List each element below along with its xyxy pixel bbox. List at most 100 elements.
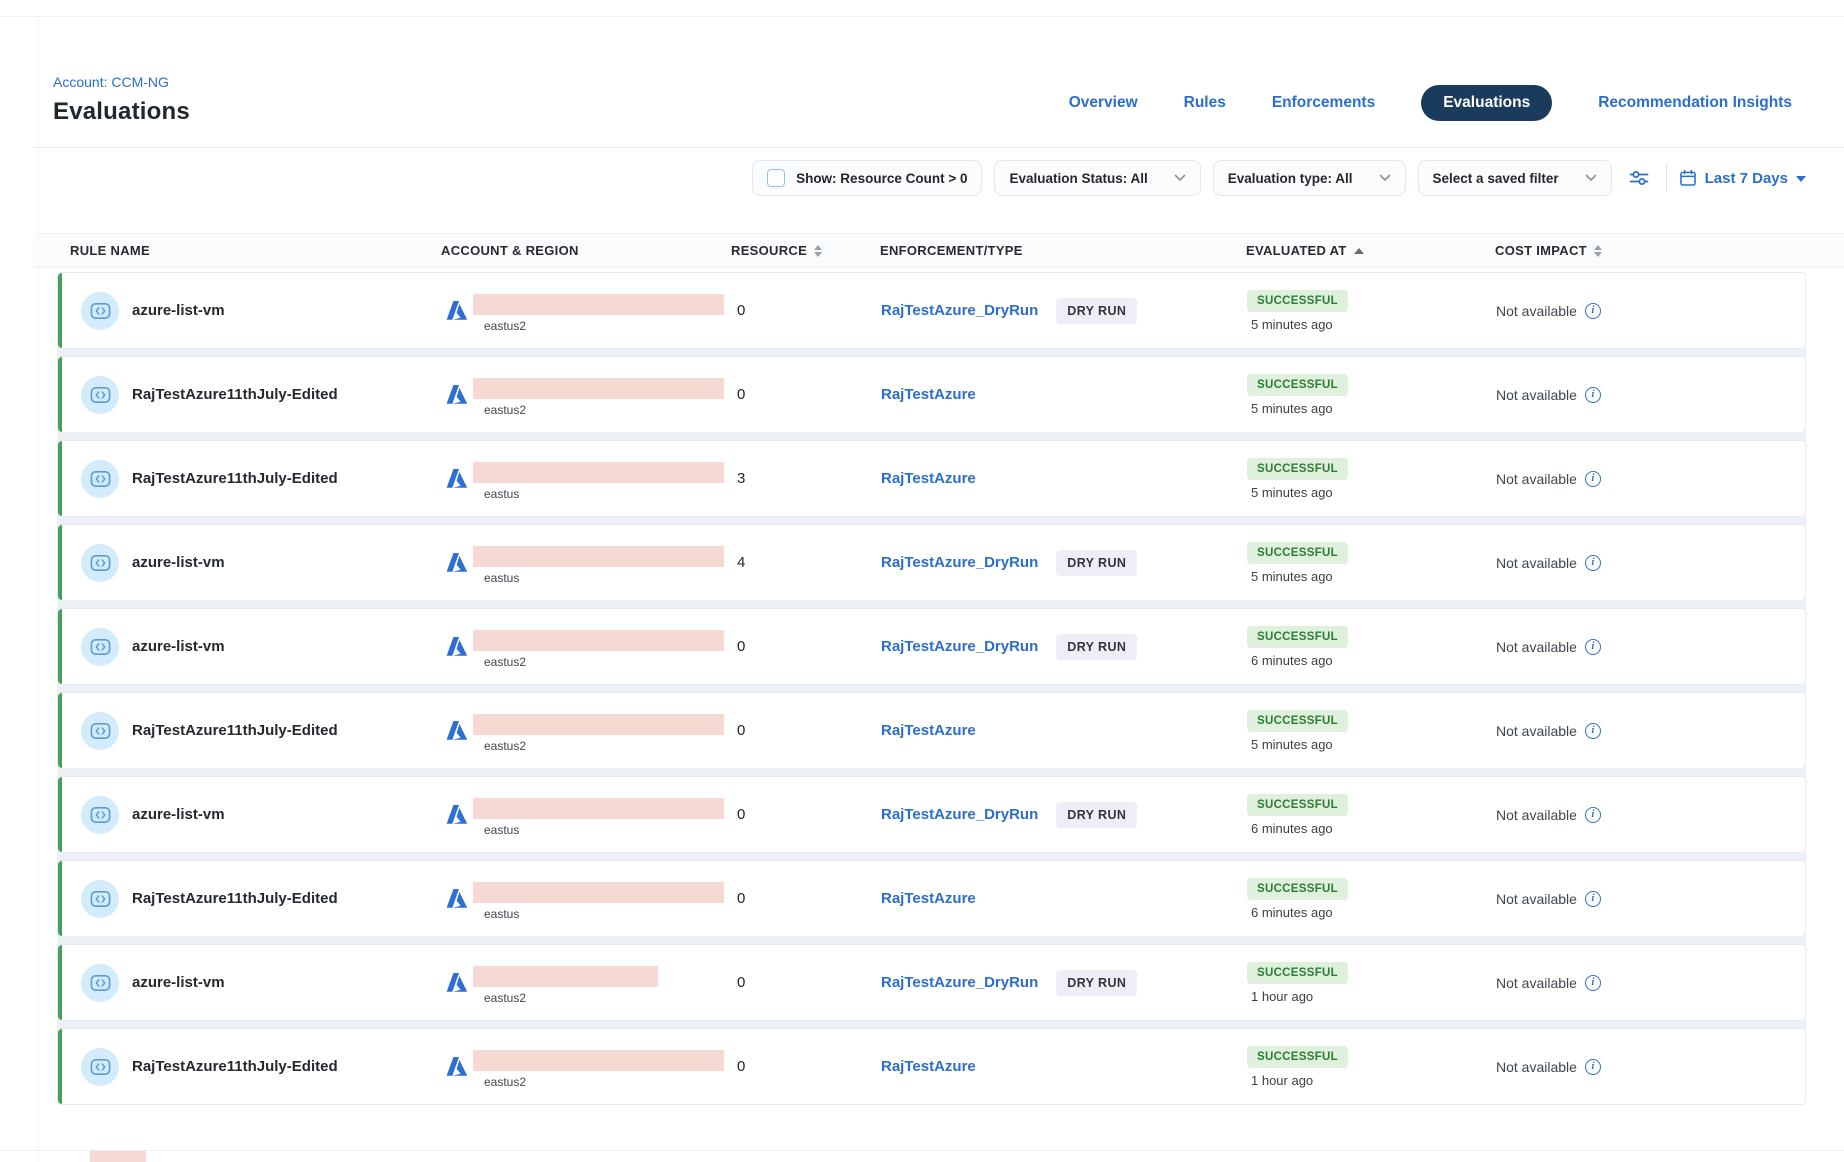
rule-name: azure-list-vm	[132, 974, 225, 991]
resource-count-checkbox[interactable]	[767, 169, 785, 187]
info-icon[interactable]: i	[1585, 891, 1601, 907]
resource-count: 0	[732, 974, 881, 991]
enforcement-link[interactable]: RajTestAzure_DryRun	[881, 302, 1038, 319]
enforcement-link[interactable]: RajTestAzure	[881, 890, 976, 907]
nav-tab-recommendation-insights[interactable]: Recommendation Insights	[1598, 94, 1792, 112]
filter-settings-button[interactable]	[1624, 163, 1654, 193]
azure-icon	[443, 297, 470, 324]
enforcement-link[interactable]: RajTestAzure	[881, 722, 976, 739]
table-row[interactable]: RajTestAzure11thJuly-Edited eastus 3 Raj…	[57, 440, 1806, 517]
status-badge: SUCCESSFUL	[1247, 626, 1348, 648]
info-icon[interactable]: i	[1585, 723, 1601, 739]
enforcement-link[interactable]: RajTestAzure_DryRun	[881, 554, 1038, 571]
saved-filter-dropdown[interactable]: Select a saved filter	[1418, 160, 1612, 196]
caret-down-icon	[1796, 176, 1806, 182]
sort-ascending-icon[interactable]	[1354, 248, 1364, 254]
date-range-label: Last 7 Days	[1705, 170, 1788, 187]
table-row[interactable]: azure-list-vm eastus2 0 RajTestAzure_Dry…	[57, 944, 1806, 1021]
sort-icon[interactable]	[1594, 245, 1602, 257]
resource-count-label: Show: Resource Count > 0	[796, 171, 967, 186]
table-row[interactable]: azure-list-vm eastus 0 RajTestAzure_DryR…	[57, 776, 1806, 853]
table-header: RULE NAME ACCOUNT & REGION RESOURCE ENFO…	[33, 233, 1844, 268]
cost-impact-cell: Not available i	[1496, 303, 1805, 319]
info-icon[interactable]: i	[1585, 555, 1601, 571]
rule-cell: RajTestAzure11thJuly-Edited	[71, 460, 442, 498]
nav-tab-enforcements[interactable]: Enforcements	[1272, 94, 1375, 112]
enforcement-cell: RajTestAzure_DryRun DRY RUN	[881, 802, 1247, 828]
evaluated-time: 5 minutes ago	[1247, 569, 1333, 584]
azure-icon	[443, 969, 470, 996]
evaluated-time: 6 minutes ago	[1247, 821, 1333, 836]
nav-tab-overview[interactable]: Overview	[1069, 94, 1138, 112]
rule-icon	[81, 712, 119, 750]
cost-impact-value: Not available	[1496, 471, 1577, 487]
cost-impact-value: Not available	[1496, 555, 1577, 571]
table-row[interactable]: RajTestAzure11thJuly-Edited eastus2 0 Ra…	[57, 692, 1806, 769]
table-row[interactable]: RajTestAzure11thJuly-Edited eastus 0 Raj…	[57, 860, 1806, 937]
info-icon[interactable]: i	[1585, 1059, 1601, 1075]
rule-name: RajTestAzure11thJuly-Edited	[132, 1058, 338, 1075]
enforcement-cell: RajTestAzure_DryRun DRY RUN	[881, 550, 1247, 576]
bottom-left-redacted	[90, 1151, 146, 1162]
rule-icon	[81, 460, 119, 498]
enforcement-link[interactable]: RajTestAzure	[881, 1058, 976, 1075]
table-row[interactable]: RajTestAzure11thJuly-Edited eastus2 0 Ra…	[57, 356, 1806, 433]
col-header-resource[interactable]: RESOURCE	[731, 243, 880, 258]
enforcement-link[interactable]: RajTestAzure	[881, 386, 976, 403]
info-icon[interactable]: i	[1585, 303, 1601, 319]
sliders-icon	[1628, 167, 1650, 189]
resource-count: 0	[732, 722, 881, 739]
account-region-cell: eastus	[442, 441, 732, 516]
evaluation-type-value: Evaluation type: All	[1228, 171, 1353, 186]
info-icon[interactable]: i	[1585, 471, 1601, 487]
dry-run-badge: DRY RUN	[1056, 802, 1137, 828]
rule-name: azure-list-vm	[132, 554, 225, 571]
enforcement-cell: RajTestAzure	[881, 890, 1247, 907]
account-name-redacted	[473, 546, 724, 567]
cost-impact-cell: Not available i	[1496, 723, 1805, 739]
resource-count-filter[interactable]: Show: Resource Count > 0	[752, 160, 982, 196]
date-range-picker[interactable]: Last 7 Days	[1679, 169, 1806, 187]
status-badge: SUCCESSFUL	[1247, 794, 1348, 816]
enforcement-cell: RajTestAzure	[881, 722, 1247, 739]
row-status-accent-bar	[58, 1029, 62, 1104]
cost-impact-value: Not available	[1496, 387, 1577, 403]
info-icon[interactable]: i	[1585, 639, 1601, 655]
rule-cell: azure-list-vm	[71, 544, 442, 582]
col-header-cost-impact[interactable]: COST IMPACT	[1495, 243, 1844, 258]
window-bottom-edge	[0, 1150, 1844, 1151]
account-breadcrumb[interactable]: Account: CCM-NG	[53, 74, 169, 90]
rule-icon	[81, 964, 119, 1002]
rule-cell: RajTestAzure11thJuly-Edited	[71, 1048, 442, 1086]
rule-name: RajTestAzure11thJuly-Edited	[132, 470, 338, 487]
enforcement-link[interactable]: RajTestAzure	[881, 470, 976, 487]
account-region-cell: eastus	[442, 861, 732, 936]
table-row[interactable]: azure-list-vm eastus 4 RajTestAzure_DryR…	[57, 524, 1806, 601]
nav-tab-evaluations-active[interactable]: Evaluations	[1421, 85, 1552, 121]
content-left-edge	[38, 16, 39, 1162]
resource-count: 0	[732, 1058, 881, 1075]
col-header-evaluated-at[interactable]: EVALUATED AT	[1246, 243, 1495, 258]
table-row[interactable]: azure-list-vm eastus2 0 RajTestAzure_Dry…	[57, 272, 1806, 349]
enforcement-link[interactable]: RajTestAzure_DryRun	[881, 806, 1038, 823]
info-icon[interactable]: i	[1585, 387, 1601, 403]
sort-icon[interactable]	[814, 245, 822, 257]
evaluation-status-dropdown[interactable]: Evaluation Status: All	[994, 160, 1200, 196]
table-row[interactable]: RajTestAzure11thJuly-Edited eastus2 0 Ra…	[57, 1028, 1806, 1105]
account-name-redacted	[473, 882, 724, 903]
row-status-accent-bar	[58, 357, 62, 432]
nav-tab-rules[interactable]: Rules	[1184, 94, 1226, 112]
cost-impact-cell: Not available i	[1496, 555, 1805, 571]
table-row[interactable]: azure-list-vm eastus2 0 RajTestAzure_Dry…	[57, 608, 1806, 685]
dry-run-badge: DRY RUN	[1056, 298, 1137, 324]
info-icon[interactable]: i	[1585, 975, 1601, 991]
cost-impact-value: Not available	[1496, 807, 1577, 823]
info-icon[interactable]: i	[1585, 807, 1601, 823]
account-name-redacted	[473, 798, 724, 819]
evaluation-type-dropdown[interactable]: Evaluation type: All	[1213, 160, 1406, 196]
row-status-accent-bar	[58, 693, 62, 768]
enforcement-link[interactable]: RajTestAzure_DryRun	[881, 638, 1038, 655]
evaluated-at-cell: SUCCESSFUL 6 minutes ago	[1247, 626, 1496, 668]
enforcement-link[interactable]: RajTestAzure_DryRun	[881, 974, 1038, 991]
rule-icon	[81, 376, 119, 414]
